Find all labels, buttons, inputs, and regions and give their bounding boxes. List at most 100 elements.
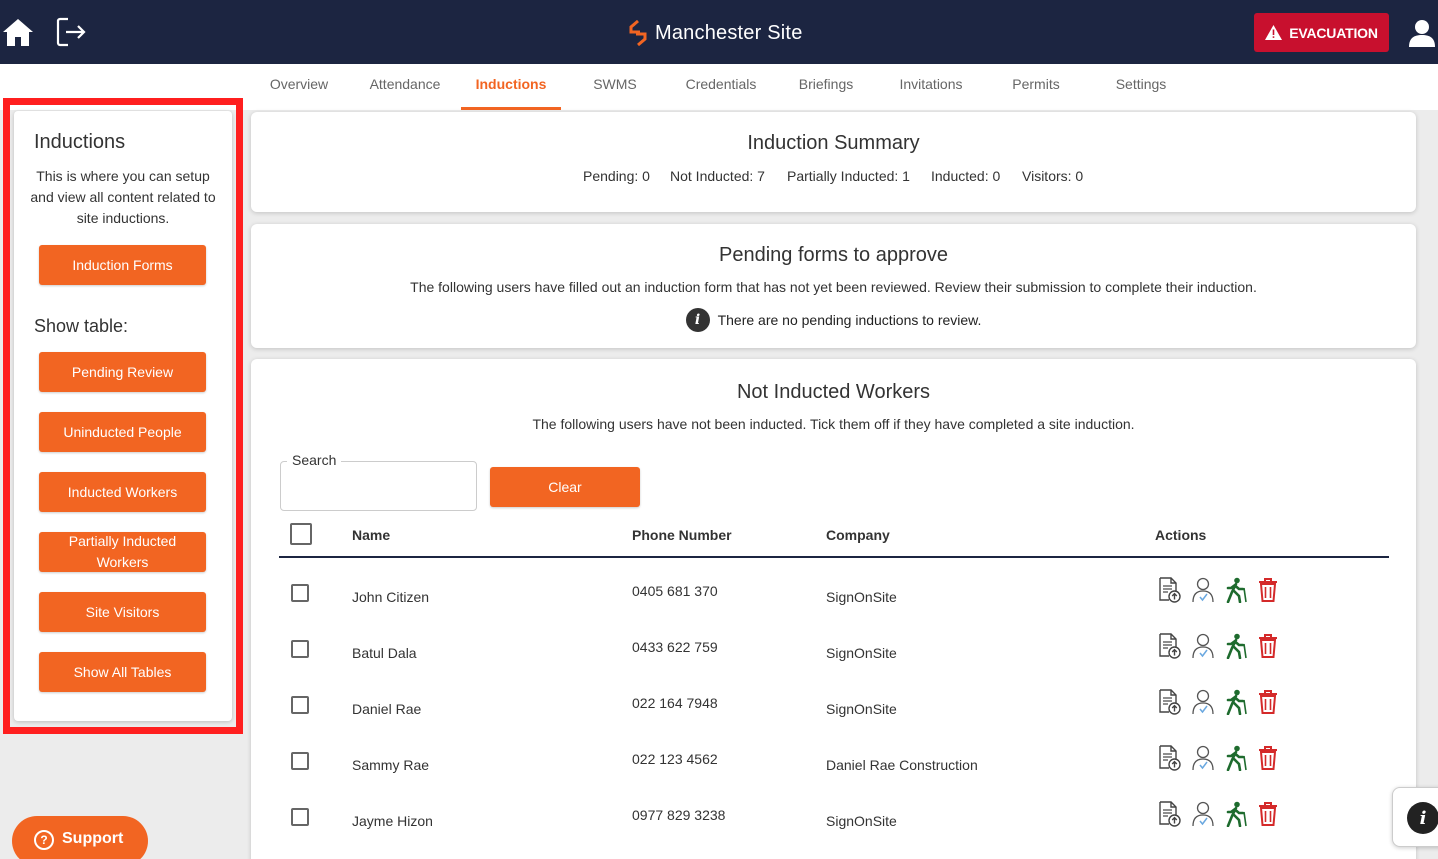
table-row: John Citizen 0405 681 370 SignOnSite [251, 577, 1416, 640]
stat-not-inducted: Not Inducted: 7 [670, 168, 765, 184]
walking-person-icon[interactable] [1223, 577, 1247, 604]
trash-icon[interactable] [1256, 689, 1280, 715]
worker-name: Daniel Rae [352, 701, 422, 717]
stat-inducted: Inducted: 0 [931, 168, 1001, 184]
worker-company: SignOnSite [826, 701, 897, 717]
not-inducted-title: Not Inducted Workers [736, 381, 931, 403]
upload-document-icon[interactable] [1157, 577, 1181, 603]
user-check-icon[interactable] [1191, 745, 1215, 771]
worker-phone: 022 123 4562 [632, 751, 718, 767]
partially-inducted-workers-button[interactable]: Partially Inducted Workers [39, 532, 206, 572]
trash-icon[interactable] [1256, 577, 1280, 603]
worker-phone: 022 164 7948 [632, 695, 718, 711]
row-checkbox[interactable] [291, 584, 309, 602]
table-row: Batul Dala 0433 622 759 SignOnSite [251, 633, 1416, 696]
summary-title: Induction Summary [747, 132, 920, 154]
trash-icon[interactable] [1256, 745, 1280, 771]
sidebar-description: This is where you can setup and view all… [30, 168, 216, 226]
upload-document-icon[interactable] [1157, 689, 1181, 715]
worker-name: Jayme Hizon [352, 813, 433, 829]
tab-briefings[interactable]: Briefings [790, 64, 862, 110]
brand-logo-icon [629, 20, 647, 46]
row-checkbox[interactable] [291, 640, 309, 658]
show-table-label: Show table: [34, 316, 129, 336]
support-label: Support [62, 830, 124, 847]
not-inducted-subtitle: The following users have not been induct… [532, 416, 1135, 432]
site-visitors-button[interactable]: Site Visitors [39, 592, 206, 632]
worker-phone: 0977 829 3238 [632, 807, 726, 823]
induction-summary-card: Induction Summary Pending: 0 Not Inducte… [251, 112, 1416, 212]
walking-person-icon[interactable] [1223, 801, 1247, 828]
row-checkbox[interactable] [291, 696, 309, 714]
user-check-icon[interactable] [1191, 801, 1215, 827]
search-label: Search [287, 452, 342, 468]
row-checkbox[interactable] [291, 808, 309, 826]
worker-company: SignOnSite [826, 589, 897, 605]
pending-review-button[interactable]: Pending Review [39, 352, 206, 392]
stat-visitors: Visitors: 0 [1022, 168, 1084, 184]
info-icon: i [1407, 802, 1438, 834]
table-header-divider [279, 556, 1389, 558]
worker-name: John Citizen [352, 589, 430, 605]
tab-settings[interactable]: Settings [1106, 64, 1176, 110]
tab-attendance[interactable]: Attendance [362, 64, 448, 110]
search-input[interactable] [283, 471, 473, 505]
select-all-checkbox[interactable] [290, 523, 312, 545]
site-title-group: Manchester Site [628, 18, 803, 48]
pending-forms-card: Pending forms to approve The following u… [251, 224, 1416, 348]
upload-document-icon[interactable] [1157, 745, 1181, 771]
show-all-tables-button[interactable]: Show All Tables [39, 652, 206, 692]
home-icon[interactable] [2, 16, 34, 48]
evacuation-label: EVACUATION [1289, 24, 1378, 41]
upload-document-icon[interactable] [1157, 801, 1181, 827]
walking-person-icon[interactable] [1223, 689, 1247, 716]
uninducted-people-button[interactable]: Uninducted People [39, 412, 206, 452]
top-navbar: Manchester Site EVACUATION [0, 0, 1438, 64]
column-header-company[interactable]: Company [826, 527, 890, 543]
column-header-actions: Actions [1155, 527, 1207, 543]
support-button[interactable]: ? Support [12, 816, 148, 859]
upload-document-icon[interactable] [1157, 633, 1181, 659]
worker-phone: 0405 681 370 [632, 583, 718, 599]
row-checkbox[interactable] [291, 752, 309, 770]
user-check-icon[interactable] [1191, 577, 1215, 603]
evacuation-button[interactable]: EVACUATION [1254, 13, 1389, 52]
stat-pending: Pending: 0 [583, 168, 650, 184]
trash-icon[interactable] [1256, 633, 1280, 659]
pending-subtitle: The following users have filled out an i… [410, 279, 1257, 295]
pending-title: Pending forms to approve [718, 244, 949, 266]
trash-icon[interactable] [1256, 801, 1280, 827]
tab-permits[interactable]: Permits [1004, 64, 1068, 110]
user-profile-icon[interactable] [1408, 19, 1436, 47]
inducted-workers-button[interactable]: Inducted Workers [39, 472, 206, 512]
sidebar-panel: Inductions This is where you can setup a… [14, 111, 232, 721]
info-icon: i [685, 308, 710, 332]
tab-invitations[interactable]: Invitations [890, 64, 972, 110]
worker-name: Sammy Rae [352, 757, 430, 773]
tab-inductions[interactable]: Inductions [461, 64, 561, 110]
not-inducted-card: Not Inducted Workers The following users… [251, 359, 1416, 859]
walking-person-icon[interactable] [1223, 633, 1247, 660]
tab-swms[interactable]: SWMS [585, 64, 645, 110]
walking-person-icon[interactable] [1223, 745, 1247, 772]
column-header-phone[interactable]: Phone Number [632, 527, 732, 543]
worker-company: SignOnSite [826, 645, 897, 661]
logout-icon[interactable] [55, 16, 87, 48]
warning-icon [1265, 25, 1283, 40]
table-row: Sammy Rae 022 123 4562 Daniel Rae Construc… [251, 745, 1416, 808]
user-check-icon[interactable] [1191, 689, 1215, 715]
user-check-icon[interactable] [1191, 633, 1215, 659]
worker-company: Daniel Rae Construction [826, 757, 978, 773]
table-row: Daniel Rae 022 164 7948 SignOnSite [251, 689, 1416, 752]
pending-empty-row: i There are no pending inductions to rev… [251, 308, 1416, 332]
tab-credentials[interactable]: Credentials [676, 64, 766, 110]
floating-info-button[interactable]: i [1392, 787, 1438, 847]
sidebar-heading: Inductions [34, 131, 126, 153]
site-title: Manchester Site [655, 21, 803, 44]
column-header-name[interactable]: Name [352, 527, 390, 543]
worker-company: SignOnSite [826, 813, 897, 829]
worker-name: Batul Dala [352, 645, 417, 661]
clear-button[interactable]: Clear [490, 467, 640, 507]
induction-forms-button[interactable]: Induction Forms [39, 245, 206, 285]
tab-overview[interactable]: Overview [258, 64, 340, 110]
